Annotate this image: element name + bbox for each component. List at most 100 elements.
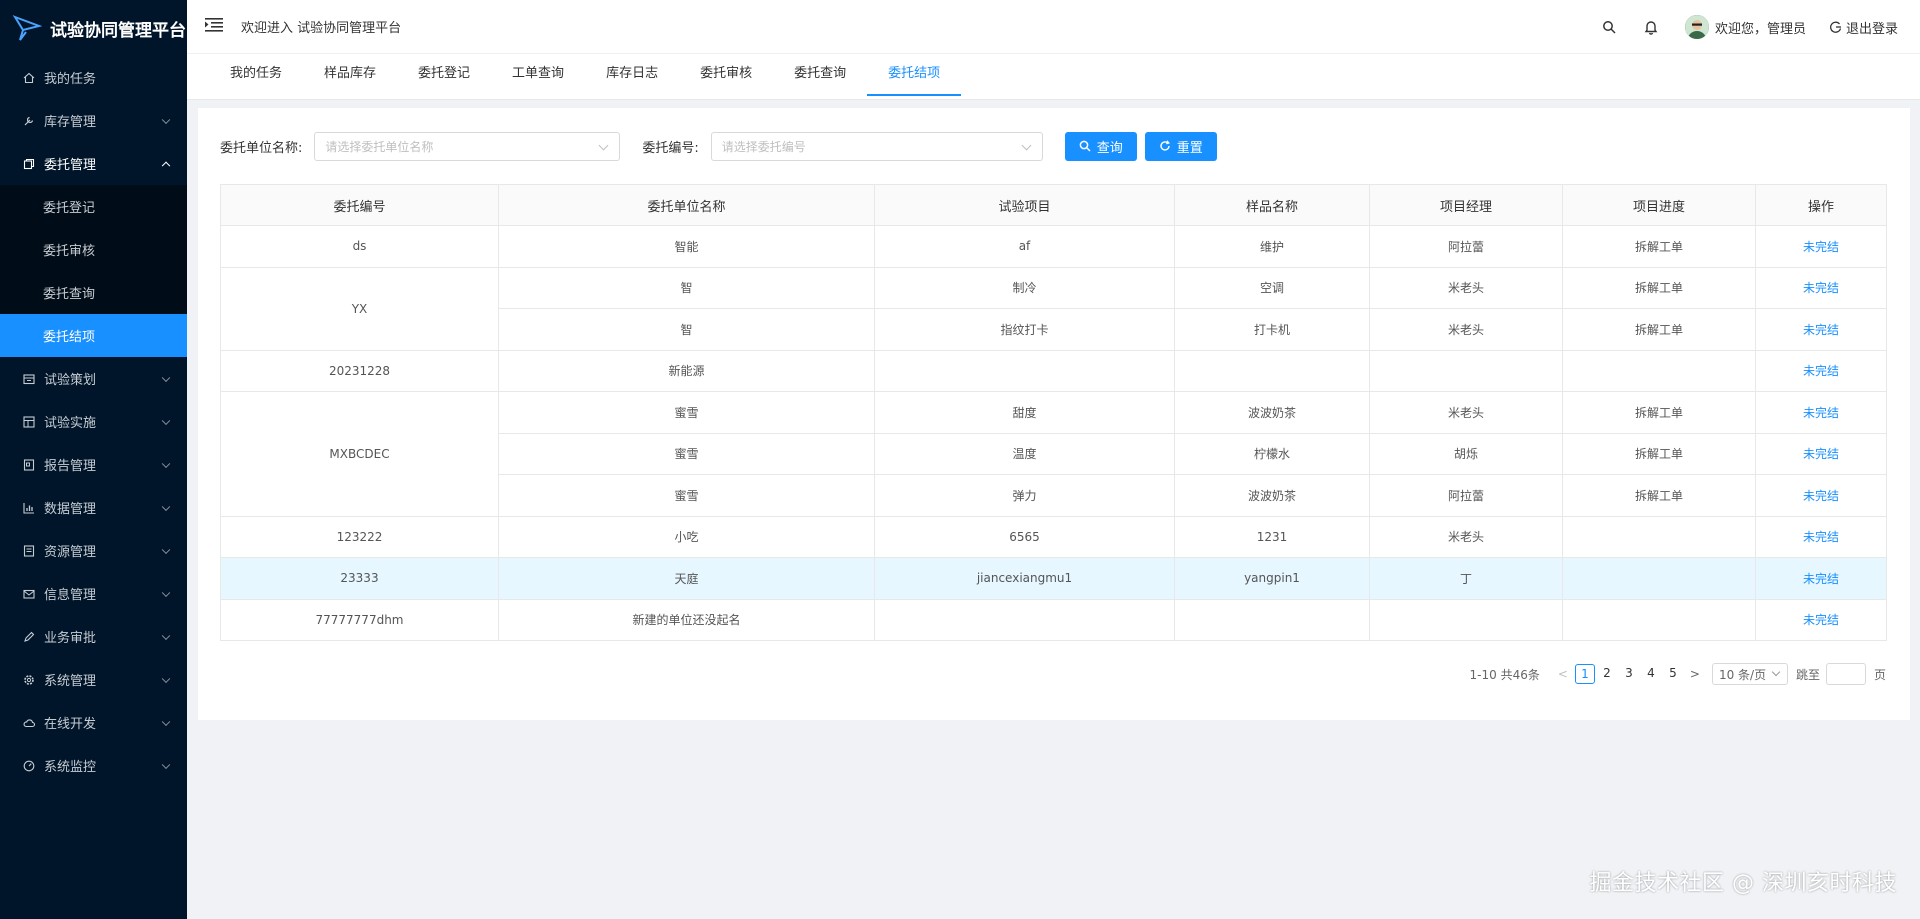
- sidebar-item-label: 试验策划: [44, 373, 97, 388]
- table-row[interactable]: 123222 小吃 6565 1231 米老头 未完结: [220, 515, 1887, 558]
- status-link[interactable]: 未完结: [1755, 391, 1887, 434]
- sidebar-item-2[interactable]: 库存管理: [0, 99, 187, 142]
- page-number[interactable]: 4: [1641, 664, 1661, 684]
- bell-icon[interactable]: [1643, 19, 1659, 35]
- status-link[interactable]: 未完结: [1755, 349, 1887, 392]
- cell-progress: 拆解工单: [1562, 225, 1756, 268]
- sidebar-item-label: 系统管理: [44, 674, 97, 689]
- status-link[interactable]: 未完结: [1755, 557, 1887, 600]
- sidebar-item-12[interactable]: 在线开发: [0, 701, 187, 744]
- page-number[interactable]: 1: [1574, 664, 1595, 684]
- tab-6[interactable]: 委托审核: [679, 54, 773, 100]
- cell-unit: 新建的单位还没起名: [498, 598, 875, 641]
- chevron-icon: [161, 416, 171, 425]
- tab-7[interactable]: 委托查询: [773, 54, 867, 100]
- cell-item: jiancexiangmu1: [874, 557, 1175, 600]
- cell-sample: 打卡机: [1174, 308, 1370, 351]
- pen-icon: [22, 630, 36, 644]
- chevron-icon: [161, 502, 171, 511]
- cell-unit: 智: [498, 266, 875, 309]
- jump-input[interactable]: [1825, 663, 1866, 685]
- cell-sample: 波波奶茶: [1174, 391, 1370, 434]
- app-logo[interactable]: 试验协同管理平台: [0, 0, 187, 56]
- cell-unit: 新能源: [498, 349, 875, 392]
- cell-code: YX: [220, 266, 499, 351]
- cell-manager: 米老头: [1369, 391, 1563, 434]
- sidebar-item-4[interactable]: 试验策划: [0, 357, 187, 400]
- tab-2[interactable]: 样品库存: [303, 54, 397, 100]
- submenu-item-4[interactable]: 委托结项: [0, 314, 187, 357]
- next-page-icon[interactable]: >: [1690, 667, 1700, 681]
- page-number[interactable]: 5: [1663, 664, 1683, 684]
- submenu-item-3[interactable]: 委托查询: [0, 271, 187, 314]
- page-size-select[interactable]: 10 条/页: [1711, 663, 1788, 685]
- table-row[interactable]: YX 智制冷 空调 米老头 拆解工单 未完结: [220, 266, 1887, 351]
- cell-code: 20231228: [220, 349, 499, 392]
- sidebar-item-1[interactable]: 我的任务: [0, 56, 187, 99]
- prev-page-icon[interactable]: <: [1558, 667, 1568, 681]
- status-link[interactable]: 未完结: [1755, 225, 1887, 268]
- menu-fold-icon[interactable]: [205, 17, 225, 37]
- cell-sample: 空调: [1174, 266, 1370, 309]
- cell-item: [874, 349, 1175, 392]
- app-title: 试验协同管理平台: [50, 20, 186, 41]
- submenu-item-2[interactable]: 委托审核: [0, 228, 187, 271]
- status-link[interactable]: 未完结: [1755, 474, 1887, 517]
- cell-unit: 智: [498, 308, 875, 351]
- logout-button[interactable]: 退出登录: [1830, 18, 1898, 37]
- copy-icon: [22, 157, 36, 171]
- sidebar-item-6[interactable]: 报告管理: [0, 443, 187, 486]
- header-actions: 欢迎您，管理员 退出登录: [1601, 0, 1898, 54]
- cell-manager: 阿拉蕾: [1369, 225, 1563, 268]
- avatar[interactable]: [1684, 15, 1709, 39]
- reset-button[interactable]: 重置: [1144, 131, 1217, 161]
- tab-8[interactable]: 委托结项: [867, 54, 962, 100]
- sidebar-item-7[interactable]: 数据管理: [0, 486, 187, 529]
- status-link[interactable]: 未完结: [1755, 432, 1887, 475]
- cell-manager: [1369, 349, 1563, 392]
- table-row[interactable]: ds 智能 af 维护 阿拉蕾 拆解工单 未完结: [220, 225, 1887, 268]
- sidebar-item-9[interactable]: 信息管理: [0, 572, 187, 615]
- query-button[interactable]: 查询: [1064, 131, 1137, 161]
- sidebar-item-label: 试验实施: [44, 416, 97, 431]
- tab-4[interactable]: 工单查询: [491, 54, 585, 100]
- table-row[interactable]: 77777777dhm 新建的单位还没起名 未完结: [220, 598, 1887, 641]
- sidebar-item-11[interactable]: 系统管理: [0, 658, 187, 701]
- page-number[interactable]: 2: [1597, 664, 1617, 684]
- cloud-icon: [22, 716, 36, 730]
- sidebar-item-label: 报告管理: [44, 459, 97, 474]
- unit-select[interactable]: 请选择委托单位名称: [314, 131, 621, 161]
- cell-unit: 蜜雪: [498, 391, 875, 434]
- tab-3[interactable]: 委托登记: [397, 54, 491, 100]
- status-link[interactable]: 未完结: [1755, 266, 1887, 309]
- list-icon: [22, 544, 36, 558]
- sidebar-item-10[interactable]: 业务审批: [0, 615, 187, 658]
- sidebar-item-3[interactable]: 委托管理: [0, 142, 187, 185]
- cell-manager: 米老头: [1369, 515, 1563, 558]
- tab-5[interactable]: 库存日志: [585, 54, 679, 100]
- sidebar-item-label: 系统监控: [44, 760, 97, 775]
- status-link[interactable]: 未完结: [1755, 308, 1887, 351]
- status-link[interactable]: 未完结: [1755, 598, 1887, 641]
- search-icon[interactable]: [1601, 19, 1617, 35]
- sidebar-item-8[interactable]: 资源管理: [0, 529, 187, 572]
- logout-icon: [1830, 21, 1842, 33]
- cell-code: ds: [220, 225, 499, 268]
- cell-item: 制冷: [874, 266, 1175, 309]
- sidebar-item-5[interactable]: 试验实施: [0, 400, 187, 443]
- status-link[interactable]: 未完结: [1755, 515, 1887, 558]
- user-greeting[interactable]: 欢迎您，管理员: [1715, 18, 1806, 37]
- sidebar-item-13[interactable]: 系统监控: [0, 744, 187, 787]
- code-select[interactable]: 请选择委托编号: [710, 131, 1043, 161]
- chevron-down-icon: [598, 140, 609, 150]
- table-row[interactable]: 23333 天庭 jiancexiangmu1 yangpin1 丁 未完结: [220, 557, 1887, 600]
- chevron-icon: [161, 545, 171, 554]
- chevron-icon: [161, 459, 171, 468]
- submenu-item-1[interactable]: 委托登记: [0, 185, 187, 228]
- cell-sample: 1231: [1174, 515, 1370, 558]
- table-row[interactable]: 20231228 新能源 未完结: [220, 349, 1887, 392]
- table-row[interactable]: MXBCDEC 蜜雪 甜度 波波奶茶 米老头 拆解工单 未完结: [220, 391, 1887, 517]
- cell-progress: 拆解工单: [1562, 432, 1756, 475]
- page-number[interactable]: 3: [1619, 664, 1639, 684]
- tab-1[interactable]: 我的任务: [209, 54, 303, 100]
